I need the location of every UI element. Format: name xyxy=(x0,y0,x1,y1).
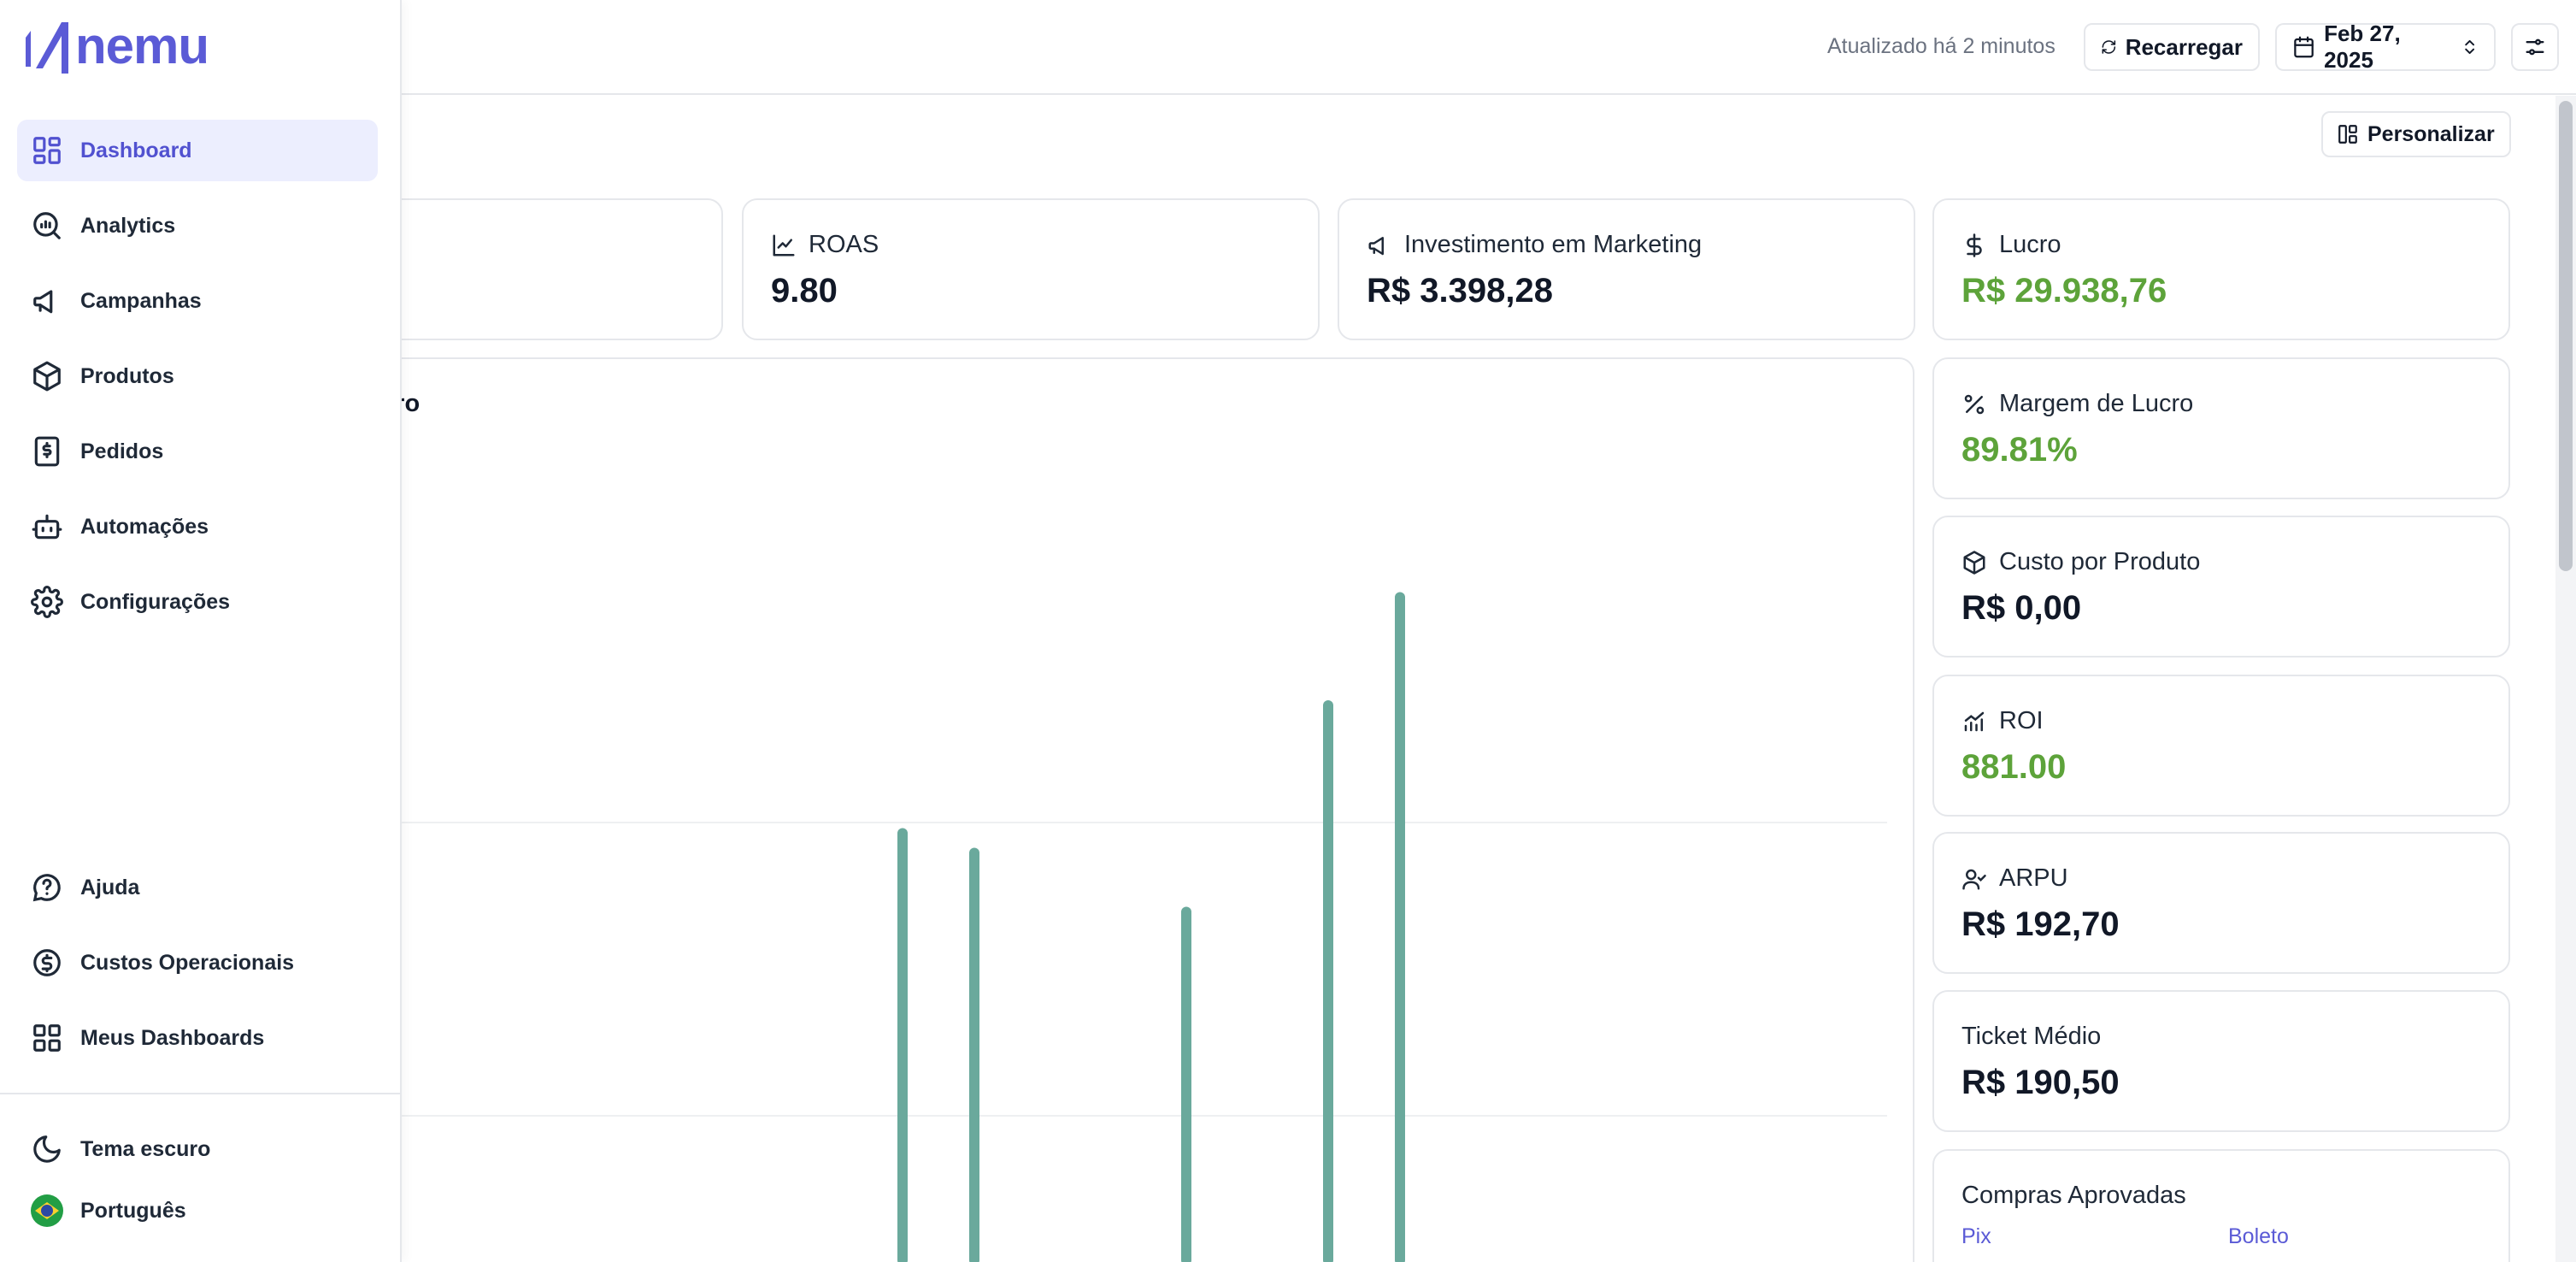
lucro-label: Lucro xyxy=(1999,231,2061,258)
metric-card-lucro: Lucro R$ 29.938,76 xyxy=(1932,198,2510,340)
settings-sliders-button[interactable] xyxy=(2511,23,2559,71)
customize-button[interactable]: Personalizar xyxy=(2321,111,2511,157)
sidebar-item-label: Meus Dashboards xyxy=(80,1025,265,1050)
megaphone-icon xyxy=(1368,236,1384,255)
sidebar-item-campanhas[interactable]: Campanhas xyxy=(17,270,378,332)
sidebar-item-analytics[interactable]: Analytics xyxy=(17,195,378,257)
reload-label: Recarregar xyxy=(2125,33,2243,60)
custo-produto-value: R$ 0,00 xyxy=(1961,589,2082,627)
metric-card-roi: ROI 881.00 xyxy=(1932,675,2510,817)
scrollbar-thumb[interactable] xyxy=(2559,101,2573,571)
sidebar-item-label: Pedidos xyxy=(80,439,164,463)
megaphone-icon xyxy=(33,290,53,314)
chevron-up-down-icon xyxy=(2464,39,2474,55)
arpu-label: ARPU xyxy=(1999,864,2068,892)
margem-label: Margem de Lucro xyxy=(1999,390,2194,417)
package-icon xyxy=(1963,550,1985,575)
customize-label: Personalizar xyxy=(2367,121,2495,146)
sidebar: nemu Dashboard Analytics Campanhas Produ… xyxy=(0,0,402,1262)
brazil-flag-icon xyxy=(31,1194,63,1227)
reload-button[interactable]: Recarregar xyxy=(2084,23,2260,71)
margem-value: 89.81% xyxy=(1961,431,2078,469)
chart-bar[interactable] xyxy=(1323,700,1333,1262)
sidebar-item-label: Campanhas xyxy=(80,288,202,313)
sidebar-item-produtos[interactable]: Produtos xyxy=(17,345,378,407)
language-selector[interactable]: Português xyxy=(17,1180,378,1241)
sidebar-item-label: Produtos xyxy=(80,363,174,388)
sliders-icon xyxy=(2526,38,2544,56)
boleto-label: Boleto xyxy=(2228,1224,2289,1248)
metric-card-custo-produto: Custo por Produto R$ 0,00 xyxy=(1932,516,2510,658)
layout-dashboard-icon xyxy=(33,137,61,164)
refresh-icon xyxy=(2102,40,2116,54)
search-chart-icon xyxy=(33,212,61,239)
sidebar-item-custos-operacionais[interactable]: Custos Operacionais xyxy=(17,932,378,994)
updated-status: Atualizado há 2 minutos xyxy=(1827,34,2056,58)
chart-bar[interactable] xyxy=(1395,592,1405,1262)
sidebar-item-label: Configurações xyxy=(80,589,231,614)
theme-toggle[interactable]: Tema escuro xyxy=(17,1118,378,1180)
sidebar-item-meus-dashboards[interactable]: Meus Dashboards xyxy=(17,1007,378,1069)
chart-bar[interactable] xyxy=(1181,906,1191,1262)
bar-chart-trend-icon xyxy=(1964,711,1985,731)
metric-card-ticket: Ticket Médio R$ 190,50 xyxy=(1932,990,2510,1132)
sidebar-item-dashboard[interactable]: Dashboard xyxy=(17,120,378,181)
chart-bars xyxy=(897,592,1405,1262)
pix-label: Pix xyxy=(1961,1224,1991,1248)
custo-produto-label: Custo por Produto xyxy=(1999,548,2201,575)
sidebar-item-label: Analytics xyxy=(80,213,176,238)
bot-icon xyxy=(32,514,62,540)
percent-icon xyxy=(1964,394,1985,414)
chart-bar[interactable] xyxy=(897,828,908,1262)
metric-card-arpu: ARPU R$ 192,70 xyxy=(1932,832,2510,974)
user-check-icon xyxy=(1962,869,1986,889)
lucro-value: R$ 29.938,76 xyxy=(1961,272,2167,310)
ticket-value: R$ 190,50 xyxy=(1961,1064,2120,1101)
metric-card-margem: Margem de Lucro 89.81% xyxy=(1932,357,2510,499)
page-scrollbar[interactable] xyxy=(2555,96,2576,1262)
receipt-icon xyxy=(34,436,60,467)
sidebar-divider xyxy=(0,1093,402,1094)
gear-icon xyxy=(31,586,63,618)
sidebar-item-automacoes[interactable]: Automações xyxy=(17,496,378,557)
dollar-circle-icon xyxy=(33,949,61,976)
moon-icon xyxy=(33,1135,61,1163)
sidebar-item-ajuda[interactable]: Ajuda xyxy=(17,857,378,918)
roas-label: ROAS xyxy=(809,231,879,258)
date-picker-button[interactable]: Feb 27, 2025 xyxy=(2275,21,2496,73)
sidebar-item-label: Ajuda xyxy=(80,875,140,899)
language-label: Português xyxy=(80,1198,186,1223)
nemu-logo-icon xyxy=(26,22,68,74)
sidebar-item-label: Dashboard xyxy=(80,138,192,162)
calendar-icon xyxy=(2294,36,2314,58)
sidebar-item-label: Automações xyxy=(80,514,209,539)
metric-card-marketing: Investimento em Marketing R$ 3.398,28 xyxy=(1338,198,1915,340)
marketing-label: Investimento em Marketing xyxy=(1404,231,1703,258)
compras-label: Compras Aprovadas xyxy=(1961,1182,2186,1209)
package-icon xyxy=(33,361,61,392)
sidebar-item-configuracoes[interactable]: Configurações xyxy=(17,571,378,633)
arpu-value: R$ 192,70 xyxy=(1961,905,2120,943)
date-label: Feb 27, 2025 xyxy=(2324,21,2401,73)
theme-label: Tema escuro xyxy=(80,1136,211,1161)
sidebar-item-pedidos[interactable]: Pedidos xyxy=(17,421,378,482)
logo: nemu xyxy=(22,19,209,74)
sidebar-item-label: Custos Operacionais xyxy=(80,950,295,975)
roi-label: ROI xyxy=(1999,707,2044,734)
logo-text: nemu xyxy=(75,17,209,74)
marketing-value: R$ 3.398,28 xyxy=(1367,272,1553,310)
grid-icon xyxy=(33,1024,61,1052)
dollar-icon xyxy=(1967,233,1982,257)
layout-icon xyxy=(2338,125,2357,144)
metric-card-compras: Compras Aprovadas Pix Boleto xyxy=(1932,1149,2510,1262)
help-circle-icon xyxy=(32,874,61,902)
line-chart-icon xyxy=(773,234,795,256)
roi-value: 881.00 xyxy=(1961,748,2067,786)
ticket-label: Ticket Médio xyxy=(1961,1023,2102,1050)
metric-card-roas: ROAS 9.80 xyxy=(742,198,1320,340)
roas-value: 9.80 xyxy=(771,272,838,310)
chart-bar[interactable] xyxy=(969,847,979,1262)
